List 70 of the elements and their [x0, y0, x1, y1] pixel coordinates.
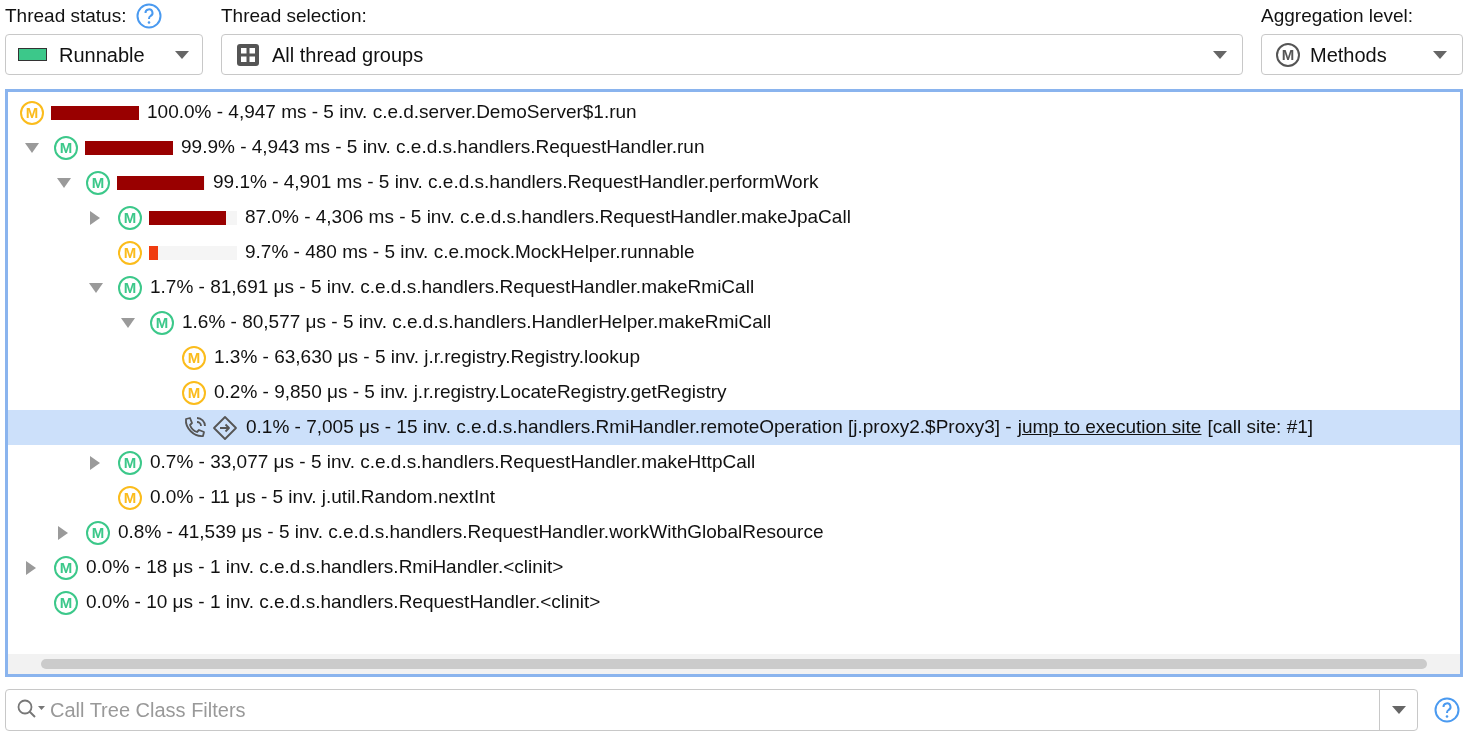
method-icon: M: [86, 170, 110, 195]
thread-selection-label: Thread selection:: [221, 3, 367, 28]
node-text: 0.2% - 9,850 μs - 5 inv. j.r.registry.LocateRegistry.getRegistry: [214, 380, 727, 405]
diamond-arrow-icon: [212, 414, 238, 441]
method-icon: M: [118, 485, 142, 510]
method-icon: M: [54, 590, 78, 615]
dropdown-caret-icon: [1432, 49, 1448, 60]
method-icon: M: [182, 345, 206, 370]
method-icon: M: [118, 240, 142, 265]
expand-arrow-icon[interactable]: [89, 455, 101, 470]
method-icon: M: [54, 135, 78, 160]
node-text: 99.9% - 4,943 ms - 5 inv. c.e.d.s.handlers.RequestHandler.run: [181, 135, 705, 160]
node-text: 9.7% - 480 ms - 5 inv. c.e.mock.MockHelper.runnable: [245, 240, 695, 265]
tree-row[interactable]: M 99.9% - 4,943 ms - 5 inv. c.e.d.s.handlers.RequestHandler.run: [8, 130, 1460, 165]
tree-row[interactable]: M 0.7% - 33,077 μs - 5 inv. c.e.d.s.handlers.RequestHandler.makeHttpCall: [8, 445, 1460, 480]
method-icon: M: [182, 380, 206, 405]
expand-arrow-icon[interactable]: [57, 525, 69, 540]
node-text: 0.7% - 33,077 μs - 5 inv. c.e.d.s.handlers.RequestHandler.makeHttpCall: [150, 450, 756, 475]
thread-selection-dropdown[interactable]: All thread groups: [221, 34, 1243, 75]
node-text: 1.7% - 81,691 μs - 5 inv. c.e.d.s.handlers.RequestHandler.makeRmiCall: [150, 275, 755, 300]
expand-arrow-icon[interactable]: [89, 210, 101, 225]
tree-row[interactable]: M 0.0% - 10 μs - 1 inv. c.e.d.s.handlers.RequestHandler.<clinit>: [8, 585, 1460, 620]
execution-site-link[interactable]: jump to execution site: [1017, 413, 1202, 442]
collapse-arrow-icon[interactable]: [89, 281, 103, 294]
tree-row[interactable]: M 0.0% - 18 μs - 1 inv. c.e.d.s.handlers.RmiHandler.<clinit>: [8, 550, 1460, 585]
tree-row[interactable]: M 1.6% - 80,577 μs - 5 inv. c.e.d.s.handlers.HandlerHelper.makeRmiCall: [8, 305, 1460, 340]
method-icon: M: [118, 450, 142, 475]
tree-row[interactable]: M 1.7% - 81,691 μs - 5 inv. c.e.d.s.handlers.RequestHandler.makeRmiCall: [8, 270, 1460, 305]
horizontal-scrollbar[interactable]: [41, 659, 1427, 669]
node-text: 0.1% - 7,005 μs - 15 inv. c.e.d.s.handlers.RmiHandler.remoteOperation [j.proxy2.$Proxy3] -: [246, 415, 1012, 440]
collapse-arrow-icon[interactable]: [25, 141, 39, 154]
node-text: 1.3% - 63,630 μs - 5 inv. j.r.registry.Registry.lookup: [214, 345, 640, 370]
tree-row[interactable]: M 87.0% - 4,306 ms - 5 inv. c.e.d.s.handlers.RequestHandler.makeJpaCall: [8, 200, 1460, 235]
tree-row[interactable]: M 0.2% - 9,850 μs - 5 inv. j.r.registry.LocateRegistry.getRegistry: [8, 375, 1460, 410]
help-icon[interactable]: [136, 3, 163, 29]
method-icon: M: [86, 520, 110, 545]
node-text: 0.0% - 18 μs - 1 inv. c.e.d.s.handlers.RmiHandler.<clinit>: [86, 555, 564, 580]
node-text: 0.8% - 41,539 μs - 5 inv. c.e.d.s.handlers.RequestHandler.workWithGlobalResource: [118, 520, 824, 545]
node-text: 1.6% - 80,577 μs - 5 inv. c.e.d.s.handlers.HandlerHelper.makeRmiCall: [182, 310, 772, 335]
node-text: 0.0% - 11 μs - 5 inv. j.util.Random.nextInt: [150, 485, 495, 510]
expand-arrow-icon[interactable]: [25, 560, 37, 575]
tree-row[interactable]: 0.1% - 7,005 μs - 15 inv. c.e.d.s.handlers.RmiHandler.remoteOperation [j.proxy2.$Proxy3] - jump to execution site [call site: #1]: [8, 410, 1460, 445]
tree-row[interactable]: M 0.0% - 11 μs - 5 inv. j.util.Random.nextInt: [8, 480, 1460, 515]
node-text: 0.0% - 10 μs - 1 inv. c.e.d.s.handlers.RequestHandler.<clinit>: [86, 590, 601, 615]
aggregation-level-dropdown[interactable]: M Methods: [1261, 34, 1463, 75]
tree-row[interactable]: M 99.1% - 4,901 ms - 5 inv. c.e.d.s.handlers.RequestHandler.performWork: [8, 165, 1460, 200]
tree-row[interactable]: M 100.0% - 4,947 ms - 5 inv. c.e.d.server.DemoServer$1.run: [8, 95, 1460, 130]
tree-row[interactable]: M 9.7% - 480 ms - 5 inv. c.e.mock.MockHelper.runnable: [8, 235, 1460, 270]
method-icon: M: [118, 275, 142, 300]
method-icon: M: [150, 310, 174, 335]
method-icon: M: [20, 100, 44, 125]
thread-status-label: Thread status:: [5, 3, 127, 28]
method-icon: M: [1276, 42, 1300, 67]
tree-row[interactable]: M 1.3% - 63,630 μs - 5 inv. j.r.registry.Registry.lookup: [8, 340, 1460, 375]
node-text: 100.0% - 4,947 ms - 5 inv. c.e.d.server.DemoServer$1.run: [147, 100, 637, 125]
method-icon: M: [118, 205, 142, 230]
dropdown-caret-icon: [1212, 49, 1228, 60]
tree-row[interactable]: M 0.8% - 41,539 μs - 5 inv. c.e.d.s.handlers.RequestHandler.workWithGlobalResource: [8, 515, 1460, 550]
aggregation-level-label: Aggregation level:: [1261, 3, 1414, 28]
collapse-arrow-icon[interactable]: [121, 316, 135, 329]
thread-status-dropdown[interactable]: Runnable: [5, 34, 203, 75]
call-site-text: [call site: #1]: [1207, 415, 1314, 440]
dropdown-caret-icon: [174, 49, 190, 60]
grid-icon: [236, 42, 260, 67]
node-text: 99.1% - 4,901 ms - 5 inv. c.e.d.s.handlers.RequestHandler.performWork: [213, 170, 819, 195]
help-icon[interactable]: [1434, 697, 1460, 723]
node-text: 87.0% - 4,306 ms - 5 inv. c.e.d.s.handlers.RequestHandler.makeJpaCall: [245, 205, 851, 230]
collapse-arrow-icon[interactable]: [57, 176, 71, 189]
method-icon: M: [54, 555, 78, 580]
caret-icon: [1390, 705, 1407, 715]
